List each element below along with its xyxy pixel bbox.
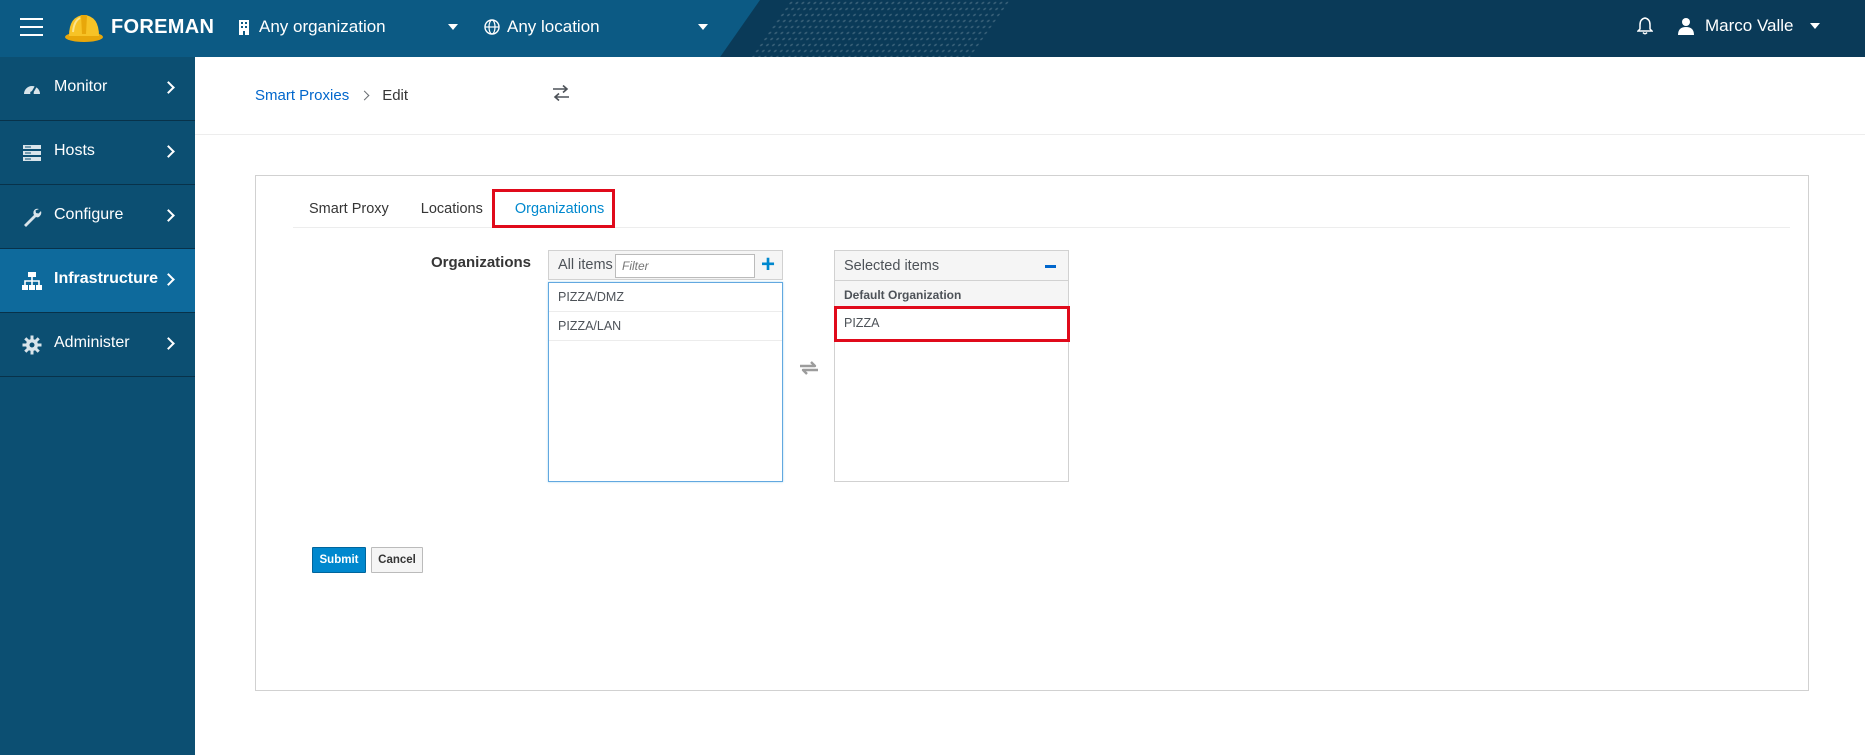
location-switcher[interactable]: Any location	[484, 17, 600, 37]
chevron-right-icon	[162, 145, 175, 158]
sidebar-item-label: Hosts	[54, 142, 95, 159]
top-navbar: FOREMAN Any organization Any location Ma…	[0, 0, 1865, 57]
breadcrumb-current: Edit	[382, 87, 409, 104]
list-item[interactable]: PIZZA/DMZ	[549, 283, 782, 312]
selected-items-label: Selected items	[844, 257, 940, 274]
sidebar-item-monitor[interactable]: Monitor	[0, 57, 195, 121]
chevron-right-icon	[162, 273, 175, 286]
location-caret-icon[interactable]	[698, 24, 708, 30]
brand-name[interactable]: FOREMAN	[111, 16, 214, 39]
location-label: Any location	[507, 17, 600, 36]
menu-toggle-icon[interactable]	[20, 18, 43, 36]
edit-form-card: Smart Proxy Locations Organizations Orga…	[255, 175, 1809, 691]
server-icon	[23, 145, 41, 161]
user-name: Marco Valle	[1705, 16, 1794, 35]
dashboard-icon	[24, 85, 40, 95]
foreman-helmet-logo	[65, 15, 103, 42]
add-all-icon[interactable]: +	[761, 253, 775, 277]
chevron-right-icon	[162, 209, 175, 222]
selected-group-header: Default Organization	[835, 281, 1068, 309]
building-icon	[239, 20, 249, 35]
all-items-box: All items + PIZZA/DMZ PIZZA/LAN	[548, 250, 783, 486]
tab-smart-proxy[interactable]: Smart Proxy	[293, 190, 405, 228]
switch-arrows-icon[interactable]	[552, 85, 570, 101]
organization-switcher[interactable]: Any organization	[236, 17, 386, 37]
tab-locations[interactable]: Locations	[405, 190, 499, 228]
list-item[interactable]: PIZZA/LAN	[549, 312, 782, 341]
chevron-right-icon	[359, 90, 370, 101]
remove-all-icon[interactable]	[1045, 265, 1056, 268]
sidebar-item-infrastructure[interactable]: Infrastructure	[0, 249, 195, 313]
breadcrumb-smart-proxies-link[interactable]: Smart Proxies	[255, 87, 349, 104]
tab-bar: Smart Proxy Locations Organizations	[293, 190, 1790, 228]
tab-organizations[interactable]: Organizations	[499, 190, 620, 228]
sidebar-item-label: Monitor	[54, 78, 108, 95]
organization-caret-icon[interactable]	[448, 24, 458, 30]
available-items-list[interactable]: PIZZA/DMZ PIZZA/LAN	[548, 282, 783, 482]
list-item[interactable]: PIZZA	[835, 309, 1068, 338]
chevron-right-icon	[162, 81, 175, 94]
page-header: Smart Proxies Edit	[195, 57, 1865, 135]
sidebar-item-configure[interactable]: Configure	[0, 185, 195, 249]
cancel-button[interactable]: Cancel	[371, 547, 423, 573]
transfer-arrows-icon	[800, 361, 818, 375]
sidebar-item-label: Configure	[54, 206, 124, 223]
navbar-dots-decoration	[750, 0, 1010, 57]
network-icon	[22, 272, 42, 290]
sidebar-item-administer[interactable]: Administer	[0, 313, 195, 377]
selected-items-header: Selected items	[835, 251, 1068, 281]
sidebar-item-label: Infrastructure	[54, 270, 159, 287]
user-icon	[1678, 18, 1694, 35]
sidebar-item-hosts[interactable]: Hosts	[0, 121, 195, 185]
gear-icon	[22, 335, 42, 355]
filter-input[interactable]	[615, 254, 755, 278]
all-items-label: All items	[558, 257, 613, 273]
submit-button[interactable]: Submit	[312, 547, 366, 573]
sidebar-nav: Monitor Hosts Configure Infrastructure A…	[0, 57, 195, 755]
selected-items-list[interactable]: Default Organization PIZZA	[835, 281, 1068, 338]
notification-bell-icon[interactable]	[1637, 17, 1653, 35]
all-items-header: All items +	[548, 250, 783, 280]
chevron-right-icon	[162, 337, 175, 350]
breadcrumb: Smart Proxies Edit	[255, 87, 408, 104]
organization-label: Any organization	[259, 17, 386, 36]
selected-items-box: Selected items Default Organization PIZZ…	[834, 250, 1069, 482]
wrench-icon	[24, 208, 42, 227]
sidebar-item-label: Administer	[54, 334, 130, 351]
globe-icon	[484, 19, 500, 35]
organizations-field-label: Organizations	[431, 254, 532, 271]
user-menu[interactable]: Marco Valle	[1678, 16, 1820, 36]
user-caret-icon	[1809, 23, 1820, 29]
